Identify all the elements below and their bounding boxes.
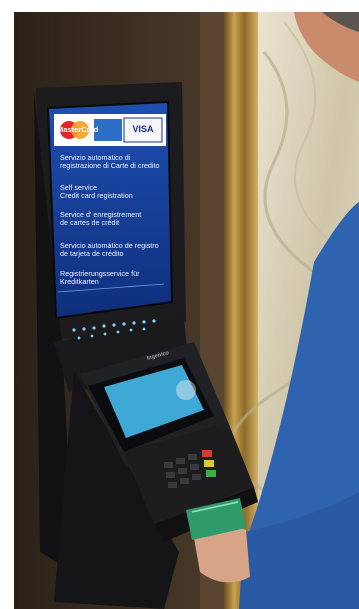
person — [186, 12, 359, 609]
photo-frame: MasterCard VISA Servizio automatico di r… — [0, 0, 359, 609]
kiosk-photo: MasterCard VISA Servizio automatico di r… — [14, 12, 359, 609]
